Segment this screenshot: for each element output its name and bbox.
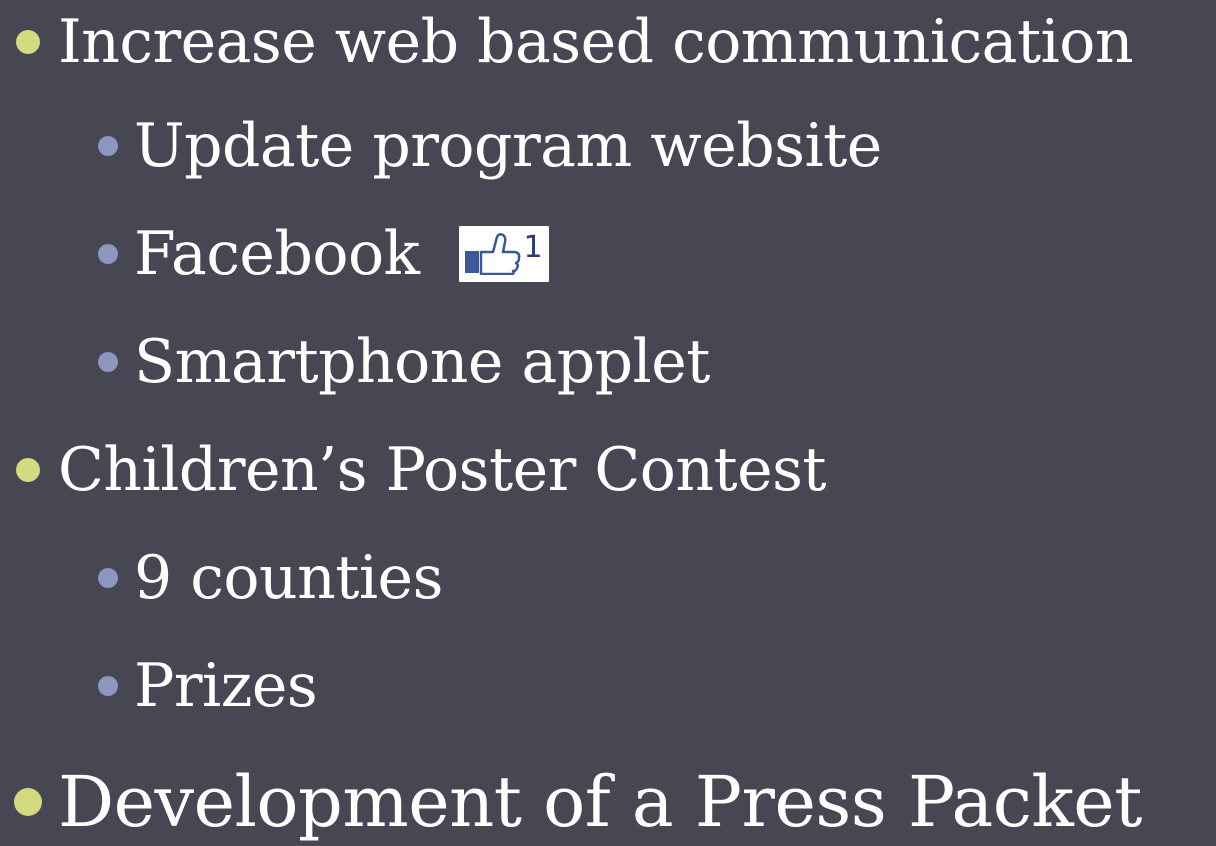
bullet-item: Smartphone applet — [98, 330, 710, 394]
bullet-text: 9 counties — [134, 543, 443, 613]
bullet-text: Facebook — [134, 219, 420, 289]
bullet-dot — [98, 568, 118, 588]
bullet-text: Children’s Poster Contest — [58, 435, 827, 505]
facebook-like-badge[interactable]: 1 — [459, 226, 549, 282]
bullet-text: Update program website — [134, 111, 882, 181]
bullet-item: Children’s Poster Contest — [16, 435, 827, 505]
bullet-text: Prizes — [134, 651, 318, 721]
bullet-dot — [16, 458, 40, 482]
bullet-dot — [98, 244, 118, 264]
bullet-text: Development of a Press Packet — [58, 761, 1142, 843]
bullet-dot — [98, 676, 118, 696]
bullet-dot — [16, 30, 40, 54]
like-count: 1 — [523, 230, 543, 265]
thumbs-up-icon — [465, 233, 521, 275]
bullet-item: Development of a Press Packet — [14, 764, 1142, 840]
slide: Increase web based communication Update … — [0, 0, 1216, 846]
bullet-dot — [14, 788, 42, 816]
bullet-dot — [98, 136, 118, 156]
bullet-text: Increase web based communication — [58, 7, 1134, 77]
bullet-item: Prizes — [98, 651, 318, 721]
bullet-item: Facebook 1 — [98, 222, 549, 286]
bullet-item: Update program website — [98, 114, 882, 178]
bullet-text: Smartphone applet — [134, 327, 710, 397]
bullet-item: Increase web based communication — [16, 7, 1134, 77]
bullet-item: 9 counties — [98, 546, 443, 610]
bullet-dot — [98, 352, 118, 372]
